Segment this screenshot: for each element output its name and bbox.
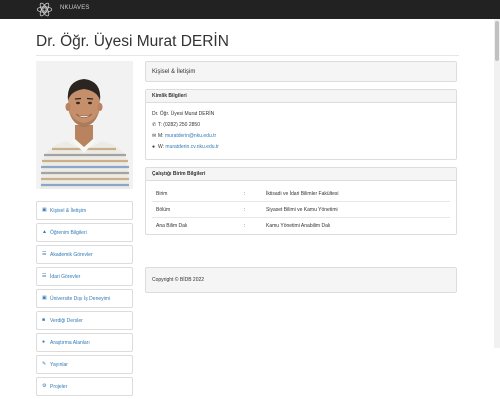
list-icon: ☰ — [42, 251, 47, 257]
graduation-cap-icon: ▲ — [42, 229, 47, 235]
menu-item-ogrenim[interactable]: ▲ Öğrenim Bilgileri — [36, 223, 133, 242]
identity-name: Dr. Öğr. Üyesi Murat DERİN — [152, 111, 215, 117]
unit-panel: Çalıştığı Birim Bilgileri Birim : İktisa… — [145, 167, 457, 235]
profile-photo-image — [36, 61, 133, 189]
nku-logo-icon[interactable] — [36, 1, 53, 18]
menu-item-label: Akademik Görevler — [50, 251, 93, 258]
list-icon: ☰ — [42, 273, 47, 279]
top-navbar: NKUAVES — [0, 0, 500, 19]
brand-text[interactable]: NKUAVES — [60, 5, 90, 11]
phone-value: (0282) 250 2850 — [163, 122, 200, 128]
phone-label: T: — [158, 122, 162, 128]
menu-item-idari[interactable]: ☰ İdari Görevler — [36, 267, 133, 286]
unit-value: İktisadi ve İdari Bilimler Fakültesi — [266, 190, 339, 197]
scrollbar[interactable] — [494, 19, 500, 348]
section-title: Kişisel & İletişim — [152, 69, 196, 75]
pencil-icon: ✎ — [42, 361, 47, 367]
unit-key: Bölüm — [152, 201, 240, 218]
menu-item-label: Öğrenim Bilgileri — [50, 229, 87, 236]
web-row: ● W: muratderin.cv.nku.edu.tr — [152, 144, 219, 150]
menu-item-akademik[interactable]: ☰ Akademik Görevler — [36, 245, 133, 264]
users-icon: ● — [42, 339, 46, 345]
email-row: ✉ M: muratderin@nku.edu.tr — [152, 133, 216, 139]
unit-value: Kamu Yönetimi Anabilim Dalı — [262, 217, 450, 233]
menu-item-label: Verdiği Dersler — [50, 317, 83, 324]
unit-key: Ana Bilim Dalı — [152, 217, 240, 233]
unit-heading: Çalıştığı Birim Bilgileri — [146, 168, 456, 181]
menu-item-label: İdari Görevler — [50, 273, 81, 280]
scrollbar-thumb[interactable] — [495, 21, 499, 61]
unit-value: Siyaset Bilimi ve Kamu Yönetimi — [262, 201, 450, 218]
copyright-text: Copyright © BİDB 2022 — [152, 277, 205, 283]
menu-item-projeler[interactable]: ⚙ Projeler — [36, 377, 133, 396]
table-row: Bölüm : Siyaset Bilimi ve Kamu Yönetimi — [152, 201, 450, 218]
book-icon: ■ — [42, 317, 46, 323]
menu-item-label: Üniversite Dışı İş Deneyimi — [50, 295, 111, 302]
email-label: M: — [158, 133, 164, 139]
page-title: Dr. Öğr. Üyesi Murat DERİN — [36, 33, 229, 50]
title-divider — [36, 55, 459, 56]
menu-item-kisisel[interactable]: ▣ Kişisel & İletişim — [36, 201, 133, 220]
identity-panel: Kimlik Bilgileri Dr. Öğr. Üyesi Murat DE… — [145, 89, 457, 160]
table-row: Birim : İktisadi ve İdari Bilimler Fakül… — [152, 186, 450, 202]
menu-item-arastirma[interactable]: ● Araştırma Alanları — [36, 333, 133, 352]
building-icon: ▣ — [42, 207, 47, 213]
menu-item-yayinlar[interactable]: ✎ Yayınlar — [36, 355, 133, 374]
email-link[interactable]: muratderin@nku.edu.tr — [165, 133, 216, 139]
building-icon: ▣ — [42, 295, 47, 301]
web-label: W: — [158, 144, 165, 150]
menu-item-label: Yayınlar — [50, 361, 68, 368]
gear-icon: ⚙ — [42, 383, 47, 389]
section-header-panel: Kişisel & İletişim — [145, 61, 457, 82]
unit-sep: : — [244, 190, 246, 197]
unit-key: Birim — [156, 190, 168, 197]
menu-item-label: Projeler — [50, 383, 68, 390]
side-menu: ▣ Kişisel & İletişim ▲ Öğrenim Bilgileri ☰… — [36, 201, 133, 399]
footer: Copyright © BİDB 2022 — [145, 267, 457, 293]
unit-sep: : — [240, 201, 262, 218]
menu-item-deneyim[interactable]: ▣ Üniversite Dışı İş Deneyimi — [36, 289, 133, 308]
identity-heading: Kimlik Bilgileri — [146, 90, 456, 103]
menu-item-dersler[interactable]: ■ Verdiği Dersler — [36, 311, 133, 330]
web-link[interactable]: muratderin.cv.nku.edu.tr — [165, 144, 219, 150]
menu-item-label: Araştırma Alanları — [50, 339, 90, 346]
profile-photo — [36, 61, 133, 189]
unit-table: Birim : İktisadi ve İdari Bilimler Fakül… — [152, 186, 450, 233]
unit-sep: : — [240, 217, 262, 233]
menu-item-label: Kişisel & İletişim — [50, 207, 87, 214]
phone-row: ✆ T: (0282) 250 2850 — [152, 122, 200, 128]
table-row: Ana Bilim Dalı : Kamu Yönetimi Anabilim … — [152, 217, 450, 233]
